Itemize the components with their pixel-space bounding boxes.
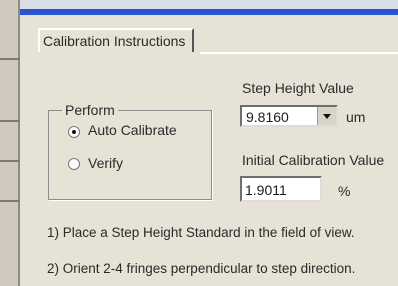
perform-group-label: Perform bbox=[62, 102, 118, 118]
initial-calibration-unit: % bbox=[338, 183, 351, 199]
step-height-dropdown[interactable]: 9.8160 bbox=[240, 105, 338, 127]
initial-calibration-value: 1.9011 bbox=[245, 182, 287, 198]
instruction-step-1: 1) Place a Step Height Standard in the f… bbox=[47, 225, 355, 240]
calibration-dialog: Calibration Instructions Perform Auto Ca… bbox=[22, 15, 398, 286]
screen: Calibration Instructions Perform Auto Ca… bbox=[0, 0, 398, 286]
auto-calibrate-radio[interactable] bbox=[68, 126, 80, 138]
instruction-step-2: 2) Orient 2-4 fringes perpendicular to s… bbox=[47, 261, 356, 276]
step-height-label: Step Height Value bbox=[242, 80, 354, 96]
verify-radio[interactable] bbox=[68, 158, 80, 170]
frame-divider bbox=[0, 120, 20, 122]
step-height-unit: um bbox=[346, 109, 366, 125]
step-height-value: 9.8160 bbox=[246, 109, 289, 125]
chevron-down-icon[interactable] bbox=[317, 107, 336, 125]
initial-calibration-label: Initial Calibration Value bbox=[242, 152, 385, 168]
initial-calibration-field[interactable]: 1.9011 bbox=[240, 176, 322, 202]
frame-divider bbox=[0, 58, 20, 60]
verify-label[interactable]: Verify bbox=[88, 155, 123, 171]
tab-calibration-instructions[interactable]: Calibration Instructions bbox=[38, 28, 194, 52]
frame-divider bbox=[0, 160, 20, 162]
left-window-frame bbox=[0, 0, 20, 286]
frame-divider bbox=[0, 200, 20, 202]
tab-strip-line bbox=[200, 52, 398, 54]
auto-calibrate-label[interactable]: Auto Calibrate bbox=[88, 122, 177, 138]
